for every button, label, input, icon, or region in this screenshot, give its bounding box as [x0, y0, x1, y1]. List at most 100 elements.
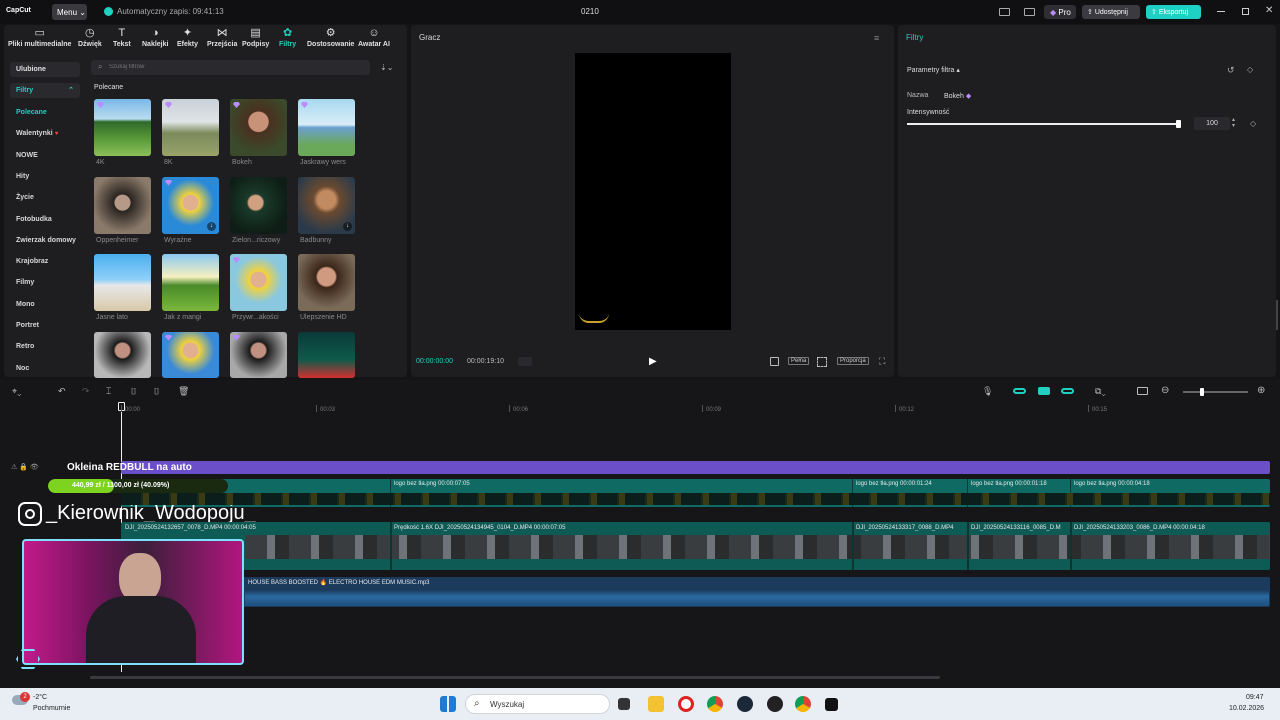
preview-axis-icon[interactable]: ⧉⌄ — [1095, 386, 1106, 397]
link-icon[interactable] — [1061, 388, 1074, 394]
opera-icon[interactable] — [678, 696, 694, 712]
filter-params-header[interactable]: Parametry filtra ▴ — [907, 66, 960, 74]
tool-filters[interactable]: ✿ Filtry — [279, 28, 296, 49]
tool-avatar[interactable]: ☺ Awatar AI — [358, 28, 390, 49]
share-button[interactable]: ⇪ Udostępnij — [1082, 5, 1140, 19]
split-icon[interactable]: ⌶ — [106, 386, 111, 397]
sidebar-item-category[interactable]: Krajobraz — [16, 258, 48, 265]
sidebar-item-category[interactable]: Noc — [16, 365, 29, 372]
captions-toggle-icon[interactable] — [1137, 387, 1148, 395]
sidebar-filters[interactable]: Filtry ⌃ — [10, 83, 80, 98]
tool-text[interactable]: T Tekst — [113, 28, 131, 49]
trim-left-icon[interactable]: ⌷ — [131, 386, 136, 397]
sidebar-item-category[interactable]: Walentynki ♥ — [16, 130, 58, 137]
zoom-slider-knob[interactable] — [1200, 388, 1204, 396]
player-menu-icon[interactable]: ≡ — [874, 33, 879, 43]
select-tool-icon[interactable]: ⌖⌄ — [12, 386, 21, 397]
pro-button[interactable]: ◆ Pro — [1044, 5, 1076, 19]
layout-icon[interactable] — [999, 8, 1010, 16]
fit-screen-icon[interactable] — [817, 357, 827, 367]
zoom-slider[interactable] — [1183, 388, 1248, 396]
filter-thumbnail[interactable] — [94, 254, 151, 311]
tool-transitions[interactable]: ⋈ Przejścia — [207, 28, 237, 49]
filter-thumbnail[interactable]: ↓ — [298, 176, 355, 234]
tool-captions[interactable]: ▤ Podpisy — [242, 28, 269, 49]
snapshot-icon[interactable] — [770, 357, 779, 366]
redo-icon[interactable]: ↷ — [82, 386, 90, 397]
sidebar-item-category[interactable]: Retro — [16, 343, 34, 350]
filter-thumbnail[interactable] — [162, 331, 219, 378]
keyframe-icon[interactable]: ◇ — [1250, 119, 1256, 128]
full-quality-button[interactable]: Pełna — [788, 357, 810, 365]
task-view-icon[interactable] — [618, 698, 630, 710]
sidebar-item-category[interactable]: Zwierzak domowy — [16, 237, 76, 244]
timeline-scrollbar[interactable] — [90, 676, 940, 679]
download-icon[interactable]: ↓ — [207, 221, 216, 231]
scrollbar[interactable] — [1276, 300, 1278, 330]
microphone-icon[interactable]: 🎙 — [982, 386, 993, 397]
steam-icon[interactable] — [737, 696, 753, 712]
sidebar-item-category[interactable]: Życie — [16, 194, 34, 201]
tool-effects[interactable]: ✦ Efekty — [177, 28, 198, 49]
filter-thumbnail[interactable] — [94, 331, 151, 378]
timeline-markers-icon[interactable] — [518, 357, 532, 366]
intensity-slider-knob[interactable] — [1176, 120, 1181, 128]
intensity-slider-track[interactable] — [907, 120, 1181, 128]
filter-thumbnail[interactable] — [230, 99, 287, 156]
chrome-icon[interactable] — [707, 696, 723, 712]
sidebar-item-category[interactable]: NOWE — [16, 152, 38, 159]
sidebar-item-category[interactable]: Polecane — [16, 109, 47, 116]
sort-filter-icon[interactable]: ⇣⌄ — [380, 63, 393, 72]
export-button[interactable]: ⇧ Eksportuj — [1146, 5, 1201, 19]
github-icon[interactable] — [767, 696, 783, 712]
zoom-in-icon[interactable]: ⊕ — [1257, 385, 1265, 396]
menu-button[interactable]: Menu ⌄ — [52, 4, 87, 20]
chrome-icon[interactable] — [795, 696, 811, 712]
zoom-out-icon[interactable]: ⊖ — [1161, 385, 1169, 396]
filter-thumbnail[interactable] — [94, 176, 151, 234]
play-icon[interactable]: ▶ — [649, 356, 657, 367]
delete-icon[interactable]: 🗑 — [178, 386, 189, 397]
filter-thumbnail[interactable] — [298, 331, 355, 378]
minimize-icon[interactable] — [1217, 11, 1225, 12]
stepper-icon[interactable]: ▴ ▾ — [1232, 117, 1235, 129]
download-icon[interactable]: ↓ — [343, 221, 352, 231]
tool-adjust[interactable]: ⚙ Dostosowanie — [307, 28, 354, 49]
magnet-icon[interactable] — [1038, 387, 1050, 395]
trim-right-icon[interactable]: ⌷ — [154, 386, 159, 397]
tool-media[interactable]: ▭ Pliki multimedialne — [8, 28, 71, 49]
filter-thumbnail[interactable] — [298, 254, 355, 311]
link-main-track-icon[interactable] — [1013, 388, 1026, 394]
sidebar-favorites[interactable]: Ulubione — [10, 62, 80, 77]
maximize-icon[interactable] — [1242, 8, 1249, 15]
filter-thumbnail[interactable] — [162, 99, 219, 156]
close-icon[interactable]: ✕ — [1265, 5, 1273, 16]
filter-thumbnail[interactable] — [230, 331, 287, 378]
reset-icon[interactable]: ↺ — [1227, 65, 1235, 76]
filter-thumbnail[interactable] — [94, 99, 151, 156]
sidebar-item-category[interactable]: Hity — [16, 173, 29, 180]
fullscreen-icon[interactable]: ⛶ — [879, 356, 885, 367]
search-input[interactable] — [109, 61, 359, 73]
filter-thumbnail[interactable]: ↓ — [162, 176, 219, 234]
taskbar-search[interactable]: ⌕ Wyszukaj — [465, 694, 610, 714]
video-preview[interactable] — [575, 53, 731, 330]
tool-sticker[interactable]: ◑ Naklejki — [142, 28, 168, 49]
shortcuts-icon[interactable] — [1024, 8, 1035, 16]
sidebar-item-category[interactable]: Fotobudka — [16, 216, 52, 223]
capcut-icon[interactable] — [825, 698, 838, 711]
sidebar-item-category[interactable]: Filmy — [16, 279, 34, 286]
windows-start-icon[interactable] — [440, 696, 456, 712]
text-track-clip[interactable] — [121, 461, 1270, 474]
file-explorer-icon[interactable] — [648, 696, 664, 712]
filter-thumbnail[interactable] — [162, 254, 219, 311]
keyframe-icon[interactable]: ◇ — [1247, 65, 1253, 74]
intensity-input[interactable]: 100 — [1194, 117, 1230, 130]
filter-thumbnail[interactable] — [230, 254, 287, 311]
undo-icon[interactable]: ↶ — [58, 386, 66, 397]
aspect-ratio-button[interactable]: Proporcja — [837, 357, 869, 365]
sidebar-item-category[interactable]: Mono — [16, 301, 35, 308]
filter-thumbnail[interactable] — [298, 99, 355, 156]
search-field[interactable]: ⌕ — [91, 60, 370, 75]
tool-audio[interactable]: ◷ Dźwięk — [78, 28, 102, 49]
